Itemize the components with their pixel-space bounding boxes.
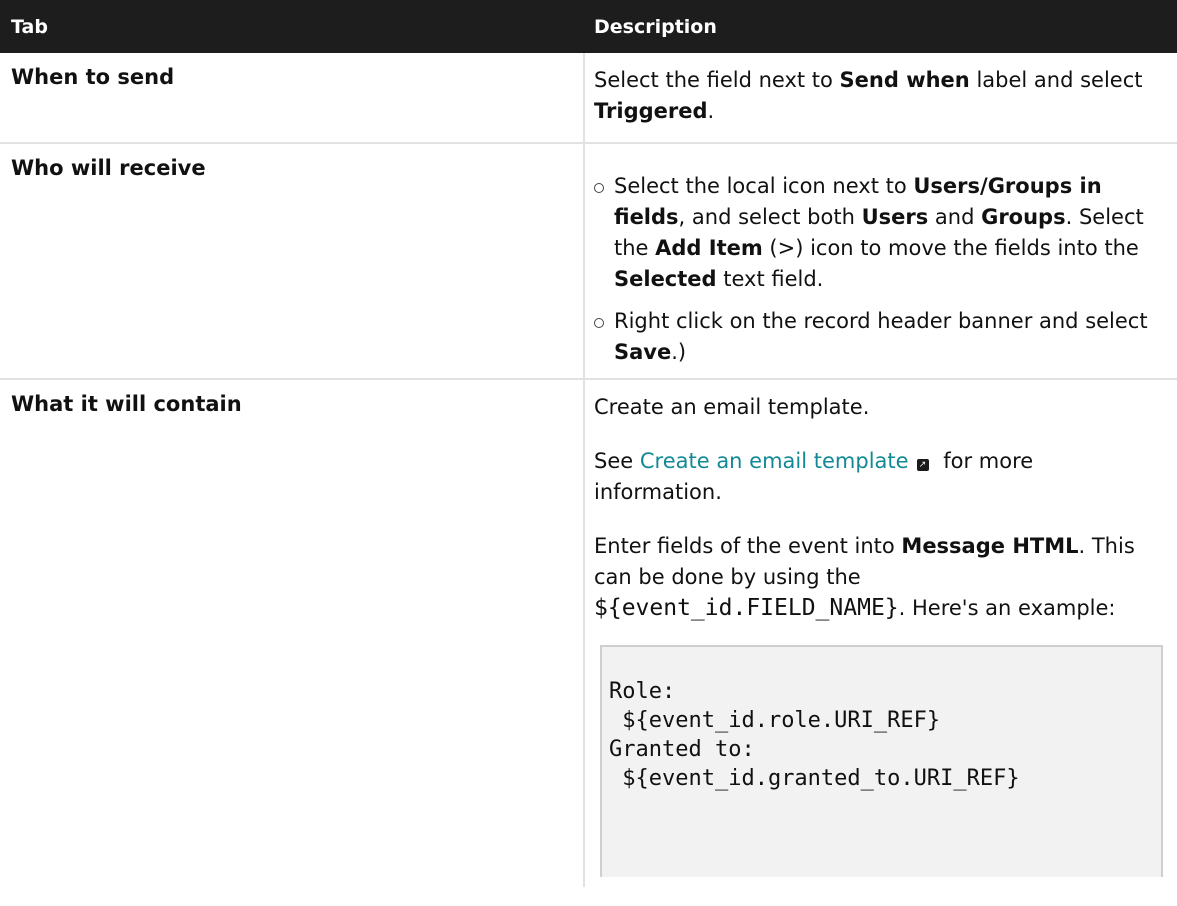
row-tab-what-it-will-contain: What it will contain bbox=[0, 379, 585, 887]
text: .) bbox=[671, 340, 687, 364]
paragraph: Create an email template. bbox=[594, 395, 870, 419]
text: Right click on the record header banner … bbox=[614, 309, 1148, 333]
create-email-template-link[interactable]: Create an email template bbox=[640, 449, 909, 473]
header-description: Description bbox=[594, 15, 717, 38]
text: and bbox=[928, 205, 982, 229]
bold-text: Selected bbox=[614, 267, 717, 291]
text: . Here's an example: bbox=[898, 596, 1116, 620]
text: (>) icon to move the fields into the bbox=[762, 236, 1139, 260]
text: text field. bbox=[716, 267, 824, 291]
external-link-icon[interactable]: ↗ bbox=[916, 459, 929, 471]
bold-text: Add Item bbox=[655, 236, 763, 260]
bullet-list: Select the local icon next to Users/Grou… bbox=[594, 171, 1163, 368]
bullet-icon bbox=[594, 183, 604, 193]
row-tab-who-will-receive: Who will receive bbox=[0, 143, 585, 380]
code-block: Role: ${event_id.role.URI_REF} Granted t… bbox=[600, 645, 1163, 877]
bold-text: Message HTML bbox=[901, 534, 1079, 558]
list-item: Right click on the record header banner … bbox=[594, 306, 1163, 368]
bold-text: Send when bbox=[839, 68, 970, 92]
text: Select the local icon next to bbox=[614, 174, 914, 198]
text: See bbox=[594, 449, 640, 473]
bold-text: Users bbox=[861, 205, 929, 229]
bold-text: Groups bbox=[981, 205, 1066, 229]
paragraph: See Create an email template ↗ for more i… bbox=[594, 446, 1163, 508]
text: Select the field next to bbox=[594, 68, 840, 92]
table-row: When to send Select the field next to Se… bbox=[0, 53, 1177, 144]
row-description: Create an email template. See Create an … bbox=[584, 379, 1177, 887]
row-tab-when-to-send: When to send bbox=[0, 53, 585, 144]
row-description: Select the field next to Send when label… bbox=[584, 53, 1177, 144]
header-tab: Tab bbox=[11, 15, 48, 38]
text: . bbox=[707, 99, 715, 123]
list-item: Select the local icon next to Users/Grou… bbox=[594, 171, 1163, 295]
bold-text: Save bbox=[614, 340, 672, 364]
header-row: Tab Description bbox=[0, 0, 1177, 53]
table-row: What it will contain Create an email tem… bbox=[0, 379, 1177, 887]
bold-text: Triggered bbox=[594, 99, 708, 123]
table-row: Who will receive Select the local icon n… bbox=[0, 143, 1177, 380]
text: Enter fields of the event into bbox=[594, 534, 902, 558]
text: , and select both bbox=[678, 205, 862, 229]
inline-code: ${event_id.FIELD_NAME} bbox=[594, 595, 899, 621]
bullet-icon bbox=[594, 318, 604, 328]
table-header: Tab Description bbox=[0, 0, 1177, 53]
code-block-text: Role: ${event_id.role.URI_REF} Granted t… bbox=[609, 679, 1020, 791]
row-description: Select the local icon next to Users/Grou… bbox=[584, 143, 1177, 380]
text: label and select bbox=[969, 68, 1143, 92]
description-table: Tab Description When to send Select the … bbox=[0, 0, 1177, 887]
paragraph: Enter fields of the event into Message H… bbox=[594, 531, 1163, 624]
